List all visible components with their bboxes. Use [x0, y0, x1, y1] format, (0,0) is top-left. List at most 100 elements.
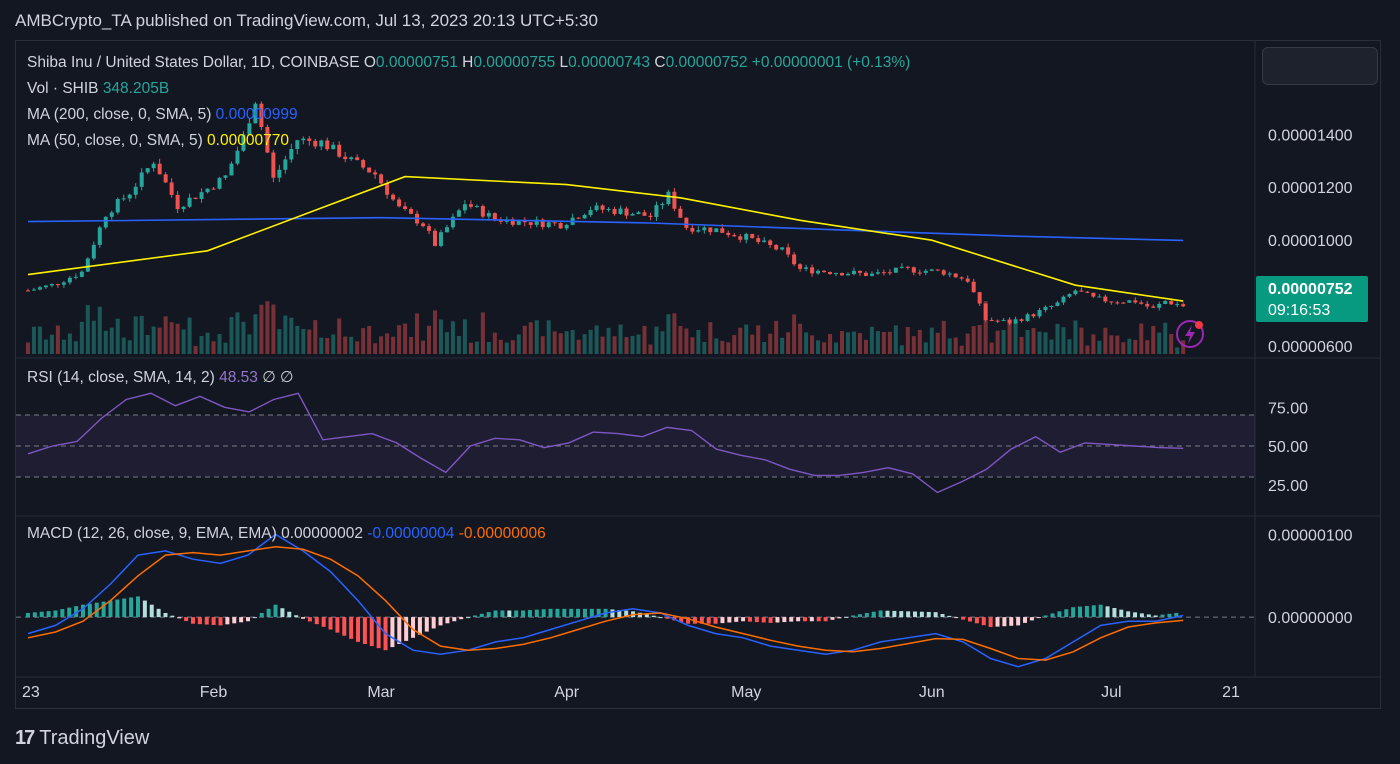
macd-histogram-bar	[342, 617, 347, 636]
candle-body	[1067, 294, 1072, 297]
time-tick-label: Jun	[919, 684, 945, 701]
ma200-line	[27, 216, 1184, 242]
macd-label: MACD (12, 26, close, 9, EMA, EMA)	[27, 525, 277, 542]
low-value: 0.00000743	[568, 54, 651, 71]
candle-body	[923, 270, 928, 273]
macd-legend[interactable]: MACD (12, 26, close, 9, EMA, EMA) 0.0000…	[27, 525, 546, 543]
macd-histogram-bar	[163, 612, 168, 618]
macd-histogram-bar	[541, 609, 546, 618]
macd-histogram-bar	[1126, 611, 1131, 618]
macd-histogram-bar	[376, 617, 381, 649]
candle-body	[1031, 314, 1036, 317]
macd-histogram-bar	[995, 617, 1000, 627]
volume-bar	[804, 332, 809, 354]
macd-histogram-bar	[266, 608, 271, 618]
candle-body	[79, 271, 84, 277]
macd-histogram-bar	[294, 615, 299, 618]
volume-bar	[373, 343, 378, 354]
candle-body	[863, 272, 868, 276]
macd-histogram-bar	[60, 609, 65, 618]
candle-body	[103, 216, 108, 228]
volume-bar	[343, 336, 348, 354]
macd-histogram-bar	[369, 617, 374, 647]
macd-histogram-bar	[259, 612, 264, 618]
volume-bar	[253, 314, 258, 354]
macd-histogram-bar	[1091, 605, 1096, 618]
candle-body	[792, 254, 797, 265]
macd-histogram-bar	[988, 617, 993, 628]
candle-body	[61, 282, 66, 285]
candle-body	[1061, 296, 1066, 303]
macd-histogram-bar	[974, 617, 979, 624]
macd-histogram-bar	[1146, 614, 1151, 618]
volume-bar	[361, 328, 366, 354]
macd-histogram-bar	[906, 611, 911, 618]
volume-bar	[444, 332, 449, 354]
macd-histogram-bar	[741, 617, 746, 622]
volume-bar	[301, 328, 306, 354]
tradingview-footer[interactable]: 17 TradingView	[15, 727, 149, 750]
rsi-label: RSI (14, close, SMA, 14, 2)	[27, 369, 215, 386]
candle-body	[762, 240, 767, 242]
lightning-icon[interactable]	[1174, 318, 1206, 350]
candle-body	[702, 227, 707, 231]
candle-body	[409, 208, 414, 214]
symbol-title[interactable]: Shiba Inu / United States Dollar, 1D, CO…	[27, 54, 360, 71]
volume-bar	[558, 333, 563, 354]
volume-bar	[840, 331, 844, 354]
candle-body	[277, 169, 282, 178]
volume-bar	[409, 336, 414, 354]
volume-bar	[468, 342, 473, 354]
macd-histogram-bar	[589, 608, 594, 618]
rsi-legend[interactable]: RSI (14, close, SMA, 14, 2) 48.53 ∅ ∅	[27, 368, 294, 387]
volume-bar	[696, 329, 701, 354]
price-tick-label: 0.00001400	[1268, 127, 1353, 144]
price-tick-label: 0.00001000	[1268, 233, 1353, 250]
candle-body	[953, 273, 958, 278]
macd-histogram-bar	[837, 617, 842, 619]
chart-toolbar-box[interactable]	[1262, 47, 1378, 85]
volume-bar	[1091, 334, 1096, 354]
macd-histogram-bar	[1153, 615, 1158, 618]
price-tick-label: 0.00000600	[1268, 339, 1353, 356]
volume-bar	[432, 310, 437, 354]
candle-body	[115, 198, 120, 213]
macd-histogram-bar	[149, 604, 154, 618]
volume-bar	[283, 315, 288, 354]
volume-bar	[271, 304, 276, 354]
volume-bar	[1103, 327, 1108, 354]
volume-legend[interactable]: Vol · SHIB 348.205B	[27, 80, 169, 98]
volume-bar	[929, 327, 934, 354]
candle-body	[720, 228, 725, 233]
volume-bar	[570, 329, 575, 354]
volume-bar	[881, 332, 886, 354]
macd-histogram-bar	[1078, 606, 1083, 618]
macd-histogram-bar	[252, 617, 257, 619]
volume-bar	[947, 338, 952, 354]
volume-bar	[492, 332, 497, 354]
volume-bar	[834, 342, 839, 354]
macd-histogram-bar	[768, 617, 773, 623]
candle-body	[851, 270, 856, 275]
candle-body	[301, 138, 306, 141]
volume-bar	[1055, 323, 1060, 354]
volume-bar	[660, 331, 665, 354]
candle-body	[911, 267, 916, 273]
macd-histogram-bar	[135, 596, 140, 618]
macd-histogram-bar	[108, 600, 113, 618]
candle-body	[798, 264, 803, 269]
macd-histogram-bar	[576, 608, 581, 618]
volume-bar	[684, 328, 689, 354]
macd-histogram-bar	[562, 608, 567, 618]
ma50-legend[interactable]: MA (50, close, 0, SMA, 5) 0.00000770	[27, 132, 289, 150]
ma200-legend[interactable]: MA (200, close, 0, SMA, 5) 0.00000999	[27, 106, 298, 124]
volume-bar	[486, 342, 491, 354]
volume-bar	[792, 314, 797, 354]
candle-body	[121, 198, 126, 200]
volume-bar	[109, 327, 114, 354]
volume-bar	[1127, 338, 1132, 354]
candle-body	[175, 194, 180, 210]
candle-body	[660, 204, 665, 206]
volume-bar	[1145, 340, 1150, 354]
volume-bar	[456, 336, 461, 354]
